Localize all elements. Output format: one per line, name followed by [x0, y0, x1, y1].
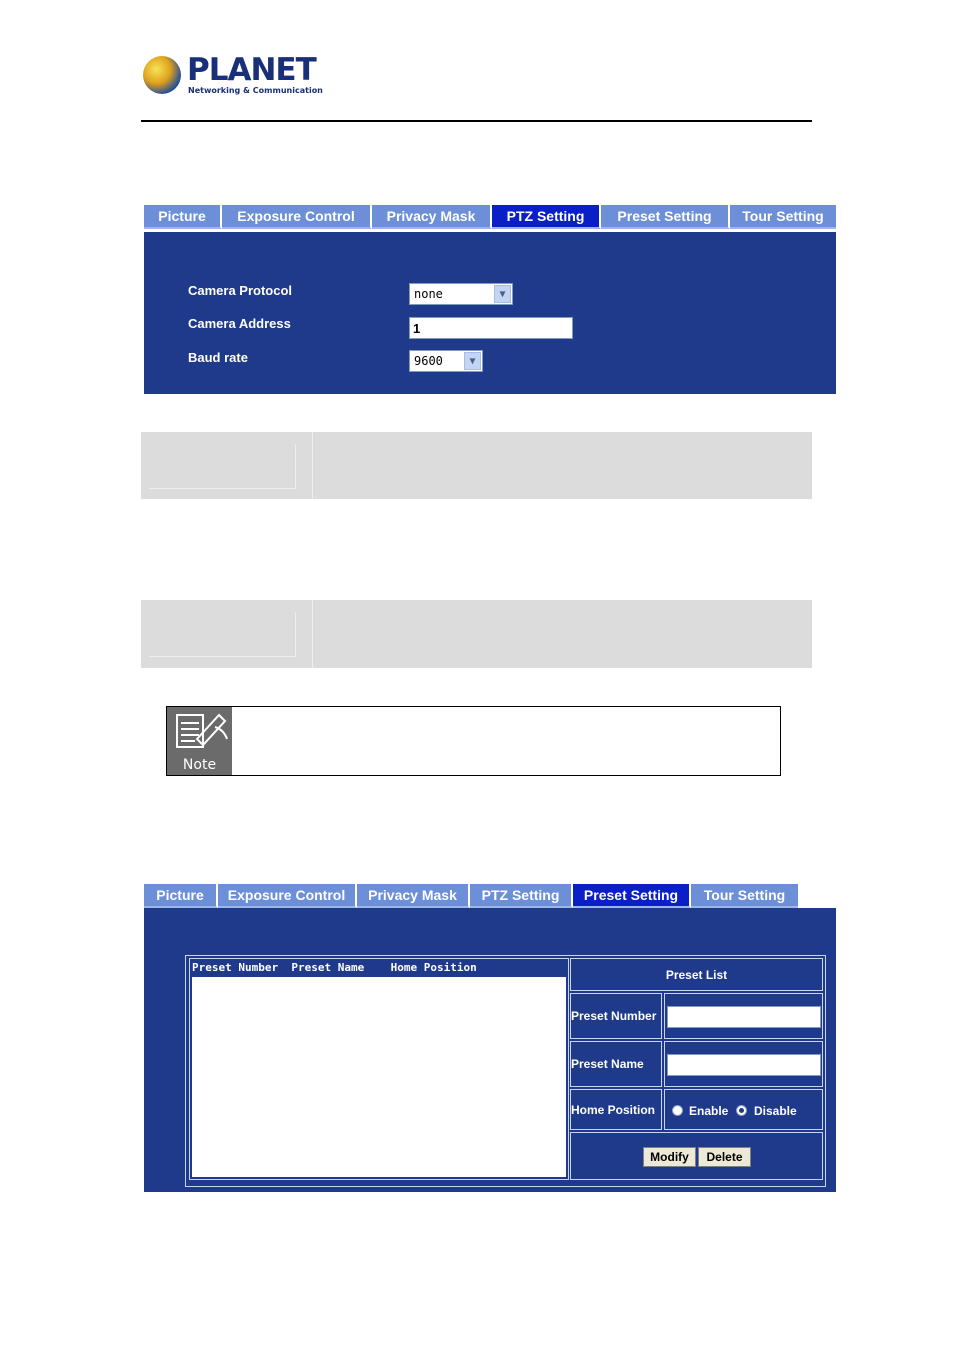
preset-list-body[interactable]	[192, 977, 566, 1177]
tab-exposure-control[interactable]: Exposure Control	[222, 205, 372, 229]
tab-ptz-setting[interactable]: PTZ Setting	[492, 205, 601, 229]
chevron-down-icon[interactable]: ▼	[464, 352, 481, 370]
tab-privacy-mask[interactable]: Privacy Mask	[372, 205, 492, 229]
preset-actions-cell: Modify Delete	[570, 1132, 823, 1180]
home-position-label: Home Position	[570, 1089, 662, 1130]
camera-protocol-value: none	[414, 287, 443, 301]
camera-address-input[interactable]: 1	[409, 317, 573, 339]
preset-list-header: Preset Number Preset Name Home Position	[192, 961, 477, 974]
info-table-1-inner	[149, 444, 296, 489]
note-label: Note	[182, 757, 217, 773]
header-divider	[141, 120, 812, 122]
preset-number-cell	[664, 993, 823, 1039]
preset-number-input[interactable]	[667, 1006, 821, 1028]
baud-rate-label: Baud rate	[188, 350, 248, 365]
brand-name: PLANET	[187, 52, 317, 88]
preset-name-label-text: Preset Name	[571, 1057, 644, 1071]
modify-button[interactable]: Modify	[643, 1147, 696, 1167]
preset-name-label: Preset Name	[570, 1041, 662, 1087]
info-table-2	[141, 600, 812, 668]
globe-icon	[143, 56, 181, 94]
preset-name-cell	[664, 1041, 823, 1087]
preset-tab-bar: Picture Exposure Control Privacy Mask PT…	[144, 884, 798, 910]
note-icon: Note	[167, 707, 232, 775]
camera-address-label: Camera Address	[188, 316, 291, 331]
tab-privacy-mask[interactable]: Privacy Mask	[357, 884, 470, 908]
planet-logo: PLANET Networking & Communication	[143, 52, 323, 100]
baud-rate-value: 9600	[414, 354, 443, 368]
baud-rate-select[interactable]: 9600 ▼	[409, 350, 483, 372]
tab-preset-setting[interactable]: Preset Setting	[601, 205, 730, 229]
tab-tour-setting[interactable]: Tour Setting	[691, 884, 798, 908]
tab-tour-setting[interactable]: Tour Setting	[730, 205, 836, 229]
home-position-cell: Enable Disable	[664, 1089, 823, 1130]
notepad-pen-icon	[176, 713, 228, 748]
disable-label: Disable	[754, 1104, 797, 1118]
tab-picture[interactable]: Picture	[144, 205, 222, 229]
preset-name-input[interactable]	[667, 1054, 821, 1076]
home-position-label-text: Home Position	[571, 1102, 656, 1117]
camera-protocol-label: Camera Protocol	[188, 283, 293, 298]
preset-list-title: Preset List	[570, 958, 823, 991]
info-table-1	[141, 432, 812, 499]
preset-listbox[interactable]: Preset Number Preset Name Home Position	[189, 958, 569, 1180]
tab-preset-setting[interactable]: Preset Setting	[573, 884, 691, 908]
tab-exposure-control[interactable]: Exposure Control	[218, 884, 357, 908]
tab-picture[interactable]: Picture	[144, 884, 218, 908]
brand-tagline: Networking & Communication	[188, 86, 323, 95]
delete-button[interactable]: Delete	[698, 1147, 751, 1167]
ptz-setting-panel: Camera Protocol none ▼ Camera Address 1 …	[144, 232, 836, 394]
info-table-2-inner	[149, 612, 296, 657]
ptz-tab-bar: Picture Exposure Control Privacy Mask PT…	[144, 205, 836, 231]
preset-number-label: Preset Number	[570, 993, 662, 1039]
chevron-down-icon[interactable]: ▼	[494, 285, 511, 303]
enable-label: Enable	[689, 1104, 729, 1118]
disable-radio[interactable]	[736, 1105, 747, 1116]
preset-number-label-text: Preset Number	[571, 1009, 657, 1023]
tab-ptz-setting[interactable]: PTZ Setting	[470, 884, 573, 908]
enable-radio[interactable]	[672, 1105, 683, 1116]
camera-protocol-select[interactable]: none ▼	[409, 283, 513, 305]
note-box: Note	[166, 706, 781, 776]
